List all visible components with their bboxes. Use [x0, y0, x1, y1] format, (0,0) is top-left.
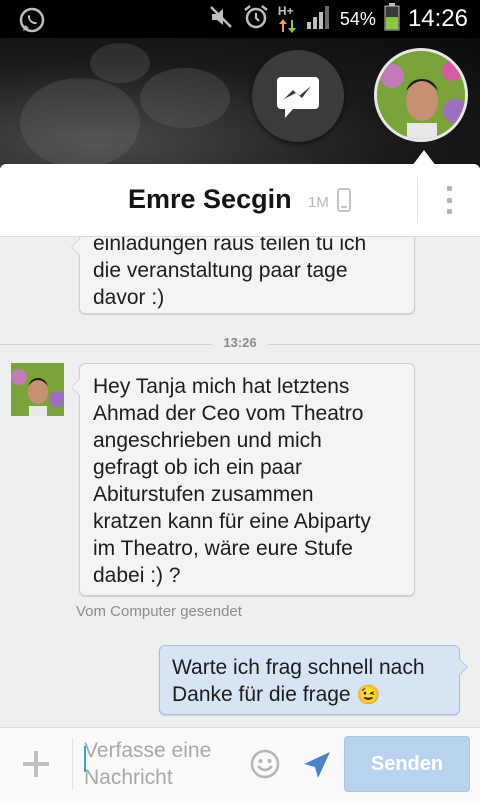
messenger-icon [277, 77, 319, 118]
battery-icon [384, 2, 400, 36]
header-divider [417, 178, 418, 222]
signal-icon [306, 4, 332, 35]
message-text: einladungen raus teilen tu ich die veran… [93, 237, 367, 309]
time-divider: 13:26 [0, 334, 480, 354]
message-input[interactable] [84, 737, 234, 793]
conversation-header: Emre Secgin 1M [0, 164, 480, 237]
message-text: Warte ich frag schnell nach Danke für di… [172, 656, 425, 706]
time-divider-label: 13:26 [223, 335, 257, 350]
network-type: H+ [277, 4, 294, 18]
message-composer: Senden [0, 727, 480, 801]
status-bar: H+ 54% 14:26 [0, 0, 480, 38]
messenger-chat-head[interactable] [252, 50, 344, 142]
message-bubble-outgoing[interactable]: Warte ich frag schnell nach Danke für di… [159, 645, 468, 715]
add-attachment-button[interactable] [20, 748, 52, 780]
mute-icon [208, 4, 234, 35]
emoji-icon[interactable] [249, 748, 281, 785]
sent-from-computer-note: Vom Computer gesendet [76, 603, 242, 620]
message-text: Hey Tanja mich hat letztens Ahmad der Ce… [93, 375, 371, 587]
text-caret [84, 746, 86, 772]
message-bubble-incoming[interactable]: Hey Tanja mich hat letztens Ahmad der Ce… [71, 363, 415, 596]
contact-name[interactable]: Emre Secgin [128, 184, 292, 215]
location-icon[interactable] [302, 750, 332, 785]
composer-divider [72, 738, 73, 790]
message-bubble-incoming[interactable]: einladungen raus teilen tu ich die veran… [71, 237, 415, 314]
clock: 14:26 [407, 5, 468, 32]
overflow-menu-icon[interactable] [436, 182, 462, 218]
send-button[interactable]: Senden [344, 736, 470, 792]
presence-time: 1M [308, 194, 329, 211]
avatar[interactable] [374, 48, 468, 142]
battery-percent: 54% [339, 8, 376, 29]
wink-emoji: 😉 [356, 685, 381, 706]
alarm-icon [242, 3, 270, 36]
sender-avatar[interactable] [11, 363, 64, 416]
data-arrows-icon: H+ [278, 4, 298, 34]
phone-icon [337, 188, 351, 217]
whatsapp-icon [18, 6, 46, 39]
message-list[interactable]: einladungen raus teilen tu ich die veran… [0, 237, 480, 727]
